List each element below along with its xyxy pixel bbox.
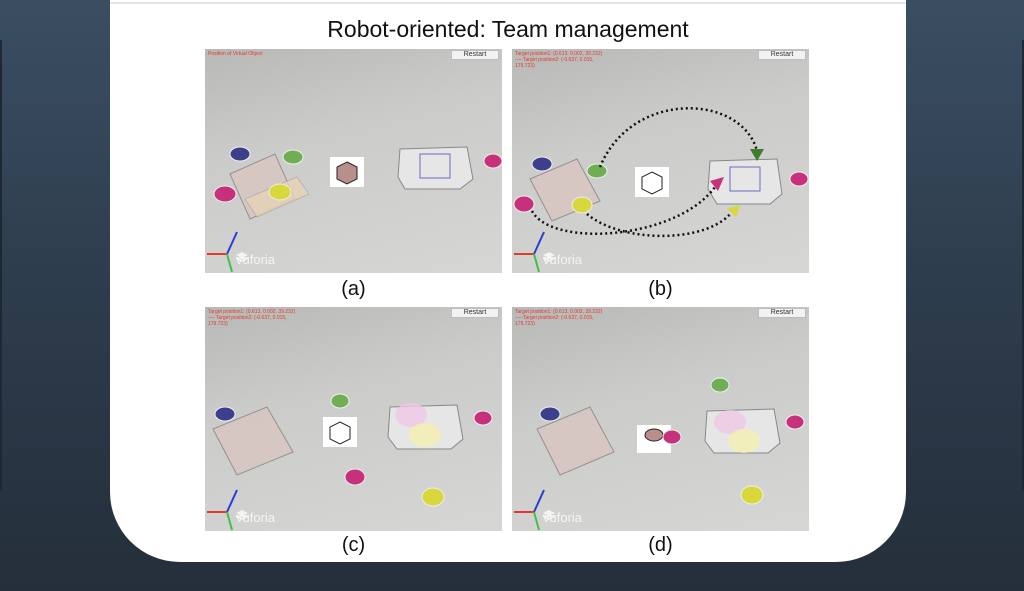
hexagon-icon — [329, 421, 351, 445]
vuforia-logo-icon — [236, 510, 248, 520]
restart-button[interactable]: Restart — [451, 50, 499, 60]
slide-title: Robot-oriented: Team management — [327, 16, 689, 42]
robot-yellow — [740, 485, 764, 505]
restart-button[interactable]: Restart — [758, 308, 806, 318]
panel-b-image: Target position1: (0.613, 0.002, 39.232)… — [512, 49, 809, 273]
robot-pink — [213, 185, 237, 203]
target-readout: Position of Virtual Object — [208, 51, 263, 57]
vuforia-watermark: vuforia — [543, 252, 582, 267]
robot-yellow — [571, 196, 593, 214]
axis-gizmo-icon — [514, 489, 545, 531]
target-readout: Target position1: (0.613, 0.002, 39.232)… — [515, 51, 603, 69]
vuforia-watermark: vuforia — [543, 510, 582, 525]
path-green — [598, 107, 759, 168]
restart-button[interactable]: Restart — [451, 308, 499, 318]
vuforia-watermark: vuforia — [236, 252, 275, 267]
left-edge-strip — [0, 40, 2, 491]
restart-button[interactable]: Restart — [758, 50, 806, 60]
robot-blue — [229, 146, 251, 162]
robot-pink-far — [789, 171, 809, 187]
target-pad — [397, 146, 474, 190]
panel-b-caption: (b) — [648, 278, 673, 300]
vuforia-logo-icon — [236, 252, 248, 262]
robot-blue — [531, 156, 553, 172]
robot-pink — [513, 195, 535, 213]
axis-gizmo-icon — [207, 489, 238, 531]
axis-gizmo-icon — [514, 231, 545, 273]
robot-pink-far — [473, 410, 493, 426]
scene-d — [514, 377, 805, 531]
target-readout: Target position1: (0.613, 0.002, 39.232)… — [208, 309, 296, 327]
panel-d-image: Target position1: (0.613, 0.002, 39.232)… — [512, 307, 809, 531]
robot-blue — [214, 406, 236, 422]
hexagon-icon — [336, 161, 358, 185]
scene-a — [207, 146, 502, 273]
scene-b — [513, 107, 809, 273]
robot-pink — [344, 468, 366, 486]
scene-c — [207, 393, 493, 531]
robot-pink — [662, 429, 682, 445]
robot-yellow — [268, 183, 292, 201]
robot-green — [330, 393, 350, 409]
robot-pink-far — [483, 153, 502, 169]
target-readout: Target position1: (0.613, 0.002, 39.232)… — [515, 309, 603, 327]
hexagon-icon — [641, 171, 663, 195]
robot-blue — [539, 406, 561, 422]
vuforia-watermark: vuforia — [236, 510, 275, 525]
panel-c-caption: (c) — [341, 534, 366, 556]
vuforia-logo-icon — [543, 510, 555, 520]
panel-d-caption: (d) — [648, 534, 673, 556]
robot-yellow — [421, 487, 445, 507]
axis-gizmo-icon — [207, 231, 238, 273]
robot-green — [586, 163, 608, 179]
slide-card: Robot-oriented: Team management Position… — [110, 0, 906, 562]
panel-a-image: Position of Virtual Object Restart vufor… — [205, 49, 502, 273]
panel-a-caption: (a) — [341, 278, 366, 300]
slide-top-divider — [110, 2, 906, 4]
vuforia-logo-icon — [543, 252, 555, 262]
robot-green — [710, 377, 730, 393]
panel-c-image: Target position1: (0.613, 0.002, 39.232)… — [205, 307, 502, 531]
robot-green — [282, 149, 304, 165]
robot-pink-far — [785, 414, 805, 430]
